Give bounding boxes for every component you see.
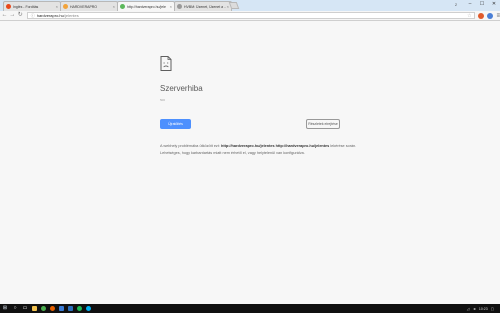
user-profile-label[interactable]: 2 bbox=[450, 0, 462, 9]
tab-3-active[interactable]: http://hardverapro.hu/jele × bbox=[117, 1, 175, 11]
store-icon[interactable] bbox=[57, 304, 66, 313]
tab-1[interactable]: Inglés - Fordítás × bbox=[3, 1, 61, 11]
message-url: http://hardverapro.hu/jelentes bbox=[275, 144, 330, 148]
error-code: 500 bbox=[160, 98, 166, 102]
chrome-icon[interactable] bbox=[39, 304, 48, 313]
file-explorer-icon[interactable] bbox=[30, 304, 39, 313]
close-icon[interactable]: × bbox=[113, 4, 115, 9]
close-icon[interactable]: × bbox=[56, 4, 58, 9]
minimize-icon[interactable]: – bbox=[464, 0, 476, 9]
tab-favicon bbox=[6, 4, 11, 9]
taskbar: ⊞ ○ ▭ ◿ ◄ 10:23 ▢ bbox=[0, 304, 500, 313]
close-icon[interactable]: × bbox=[227, 4, 229, 9]
menu-icon[interactable]: ≡ bbox=[497, 13, 500, 19]
browser-toolbar: ← → ↻ ⓘ hardverapro.hu /jelentes ☆ ≡ bbox=[0, 11, 500, 21]
bookmark-star-icon[interactable]: ☆ bbox=[467, 13, 471, 19]
message-url: http://hardverapro.hu/jelentes bbox=[221, 144, 275, 148]
firefox-icon[interactable] bbox=[48, 304, 57, 313]
tab-4[interactable]: HVBM: Üzenet, Üzenet a ... × bbox=[174, 1, 232, 11]
forward-icon[interactable]: → bbox=[9, 12, 16, 19]
volume-icon[interactable]: ◄ bbox=[472, 307, 475, 311]
tab-favicon bbox=[177, 4, 182, 9]
network-icon[interactable]: ◿ bbox=[467, 307, 470, 311]
tab-label: http://hardverapro.hu/jele bbox=[127, 4, 166, 9]
error-title: Szerverhiba bbox=[160, 84, 203, 93]
reload-icon[interactable]: ↻ bbox=[17, 12, 24, 19]
mail-icon[interactable] bbox=[66, 304, 75, 313]
page-info-icon[interactable]: ⓘ bbox=[31, 13, 35, 19]
back-icon[interactable]: ← bbox=[1, 12, 8, 19]
tab-2[interactable]: HARDVERAPRO × bbox=[60, 1, 118, 11]
new-tab-button[interactable] bbox=[228, 2, 240, 9]
extension-icon[interactable] bbox=[486, 12, 493, 19]
address-bar[interactable]: ⓘ hardverapro.hu /jelentes ☆ bbox=[26, 12, 475, 19]
error-message: A webhely problémába ütközött ezt: http:… bbox=[160, 143, 375, 156]
notifications-icon[interactable]: ▢ bbox=[491, 307, 494, 311]
spotify-icon[interactable] bbox=[75, 304, 84, 313]
tab-label: Inglés - Fordítás bbox=[13, 4, 39, 9]
tab-strip: Inglés - Fordítás × HARDVERAPRO × http:/… bbox=[0, 0, 500, 11]
close-window-icon[interactable]: ✕ bbox=[488, 0, 500, 9]
tab-label: HVBM: Üzenet, Üzenet a ... bbox=[184, 4, 226, 9]
tab-label: HARDVERAPRO bbox=[70, 4, 98, 9]
search-icon[interactable]: ○ bbox=[10, 304, 20, 313]
tab-favicon bbox=[120, 4, 125, 9]
system-tray: ◿ ◄ 10:23 ▢ bbox=[464, 307, 500, 311]
sad-document-icon bbox=[160, 56, 172, 71]
url-host: hardverapro.hu bbox=[36, 13, 64, 18]
clock[interactable]: 10:23 bbox=[479, 307, 488, 311]
tab-favicon bbox=[63, 4, 68, 9]
url-path: /jelentes bbox=[63, 13, 79, 18]
close-icon[interactable]: × bbox=[170, 4, 172, 9]
maximize-icon[interactable]: ☐ bbox=[476, 0, 488, 9]
windows-start-icon[interactable]: ⊞ bbox=[0, 304, 10, 313]
window-controls: 2 – ☐ ✕ bbox=[450, 0, 500, 9]
hide-details-button[interactable]: Részletek elrejtése bbox=[306, 119, 340, 129]
skype-icon[interactable] bbox=[84, 304, 93, 313]
extension-icon[interactable] bbox=[477, 12, 484, 19]
task-view-icon[interactable]: ▭ bbox=[20, 304, 30, 313]
reload-button[interactable]: Újratöltés bbox=[160, 119, 191, 129]
message-text: A webhely problémába ütközött ezt: bbox=[160, 144, 221, 148]
